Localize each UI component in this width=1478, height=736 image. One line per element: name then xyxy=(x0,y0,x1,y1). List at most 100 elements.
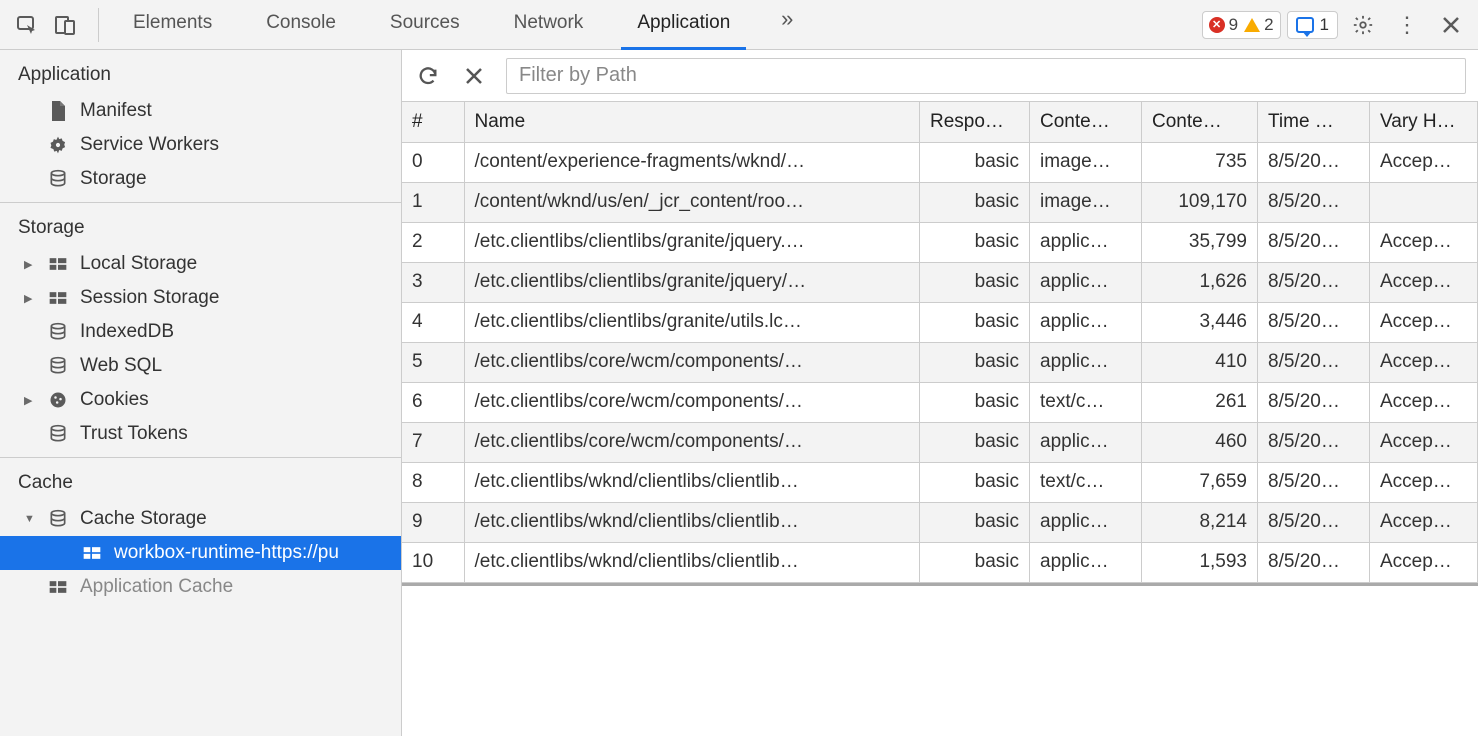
clear-icon[interactable] xyxy=(460,62,488,90)
sidebar-item[interactable]: Application Cache xyxy=(0,570,401,604)
table-row[interactable]: 1/content/wknd/us/en/_jcr_content/roo…ba… xyxy=(402,182,1478,222)
kebab-menu-icon[interactable]: ⋮ xyxy=(1388,6,1426,44)
grid-icon xyxy=(80,543,104,563)
item-label: Manifest xyxy=(80,100,152,122)
cache-storage-pane: # Name Respo… Conte… Conte… Time … Vary … xyxy=(402,50,1478,736)
cell-index: 0 xyxy=(402,142,464,182)
item-label: Trust Tokens xyxy=(80,423,188,445)
tab-console[interactable]: Console xyxy=(250,0,352,50)
table-row[interactable]: 8/etc.clientlibs/wknd/clientlibs/clientl… xyxy=(402,462,1478,502)
application-sidebar: ApplicationManifestService WorkersStorag… xyxy=(0,50,402,736)
col-content-type[interactable]: Conte… xyxy=(1030,102,1142,142)
error-icon: ✕ xyxy=(1209,17,1225,33)
sidebar-item[interactable]: Manifest xyxy=(0,94,401,128)
cell-content-type: applic… xyxy=(1030,422,1142,462)
cell-index: 4 xyxy=(402,302,464,342)
messages-badge[interactable]: 1 xyxy=(1287,11,1338,39)
table-row[interactable]: 6/etc.clientlibs/core/wcm/components/…ba… xyxy=(402,382,1478,422)
table-row[interactable]: 7/etc.clientlibs/core/wcm/components/…ba… xyxy=(402,422,1478,462)
cell-content-length: 1,593 xyxy=(1142,542,1258,582)
message-icon xyxy=(1296,17,1314,33)
cell-response: basic xyxy=(920,382,1030,422)
cell-content-type: applic… xyxy=(1030,222,1142,262)
tab-elements[interactable]: Elements xyxy=(117,0,228,50)
col-vary[interactable]: Vary H… xyxy=(1370,102,1478,142)
table-row[interactable]: 4/etc.clientlibs/clientlibs/granite/util… xyxy=(402,302,1478,342)
cell-vary xyxy=(1370,182,1478,222)
cell-response: basic xyxy=(920,422,1030,462)
filter-input[interactable] xyxy=(506,58,1466,94)
cell-name: /etc.clientlibs/wknd/clientlibs/clientli… xyxy=(464,542,920,582)
table-row[interactable]: 10/etc.clientlibs/wknd/clientlibs/client… xyxy=(402,542,1478,582)
sidebar-item[interactable]: workbox-runtime-https://pu xyxy=(0,536,401,570)
cell-vary: Accep… xyxy=(1370,262,1478,302)
tab-network[interactable]: Network xyxy=(498,0,600,50)
settings-icon[interactable] xyxy=(1344,6,1382,44)
col-time[interactable]: Time … xyxy=(1258,102,1370,142)
filter-bar xyxy=(402,50,1478,102)
cell-name: /etc.clientlibs/wknd/clientlibs/clientli… xyxy=(464,462,920,502)
sidebar-item[interactable]: Web SQL xyxy=(0,349,401,383)
cell-name: /etc.clientlibs/clientlibs/granite/jquer… xyxy=(464,262,920,302)
sidebar-item[interactable]: ▼Cache Storage xyxy=(0,502,401,536)
cell-response: basic xyxy=(920,142,1030,182)
disclosure-triangle[interactable]: ▶ xyxy=(24,258,34,271)
table-row[interactable]: 5/etc.clientlibs/core/wcm/components/…ba… xyxy=(402,342,1478,382)
cell-content-length: 410 xyxy=(1142,342,1258,382)
cell-content-length: 8,214 xyxy=(1142,502,1258,542)
main-content: ApplicationManifestService WorkersStorag… xyxy=(0,50,1478,736)
toggle-device-icon[interactable] xyxy=(46,6,84,44)
cell-time: 8/5/20… xyxy=(1258,182,1370,222)
refresh-icon[interactable] xyxy=(414,62,442,90)
table-row[interactable]: 0/content/experience-fragments/wknd/…bas… xyxy=(402,142,1478,182)
cell-time: 8/5/20… xyxy=(1258,382,1370,422)
col-content-length[interactable]: Conte… xyxy=(1142,102,1258,142)
cell-index: 3 xyxy=(402,262,464,302)
table-row[interactable]: 9/etc.clientlibs/wknd/clientlibs/clientl… xyxy=(402,502,1478,542)
table-header-row: # Name Respo… Conte… Conte… Time … Vary … xyxy=(402,102,1478,142)
cell-time: 8/5/20… xyxy=(1258,142,1370,182)
more-tabs-icon[interactable]: » xyxy=(768,0,806,38)
cell-name: /etc.clientlibs/core/wcm/components/… xyxy=(464,422,920,462)
cell-response: basic xyxy=(920,342,1030,382)
table-row[interactable]: 3/etc.clientlibs/clientlibs/granite/jque… xyxy=(402,262,1478,302)
sidebar-item[interactable]: Service Workers xyxy=(0,128,401,162)
sidebar-item[interactable]: ▶Session Storage xyxy=(0,281,401,315)
disclosure-triangle[interactable]: ▼ xyxy=(24,513,34,525)
disclosure-triangle[interactable]: ▶ xyxy=(24,394,34,407)
table-row[interactable]: 2/etc.clientlibs/clientlibs/granite/jque… xyxy=(402,222,1478,262)
cell-index: 5 xyxy=(402,342,464,382)
cell-vary: Accep… xyxy=(1370,502,1478,542)
col-name[interactable]: Name xyxy=(464,102,920,142)
item-label: workbox-runtime-https://pu xyxy=(114,542,339,564)
item-label: Web SQL xyxy=(80,355,162,377)
sidebar-item[interactable]: Storage xyxy=(0,162,401,196)
sidebar-item[interactable]: Trust Tokens xyxy=(0,417,401,451)
grid-icon xyxy=(46,577,70,597)
section-header: Storage xyxy=(0,203,401,247)
cell-response: basic xyxy=(920,302,1030,342)
item-label: Application Cache xyxy=(80,576,233,598)
sidebar-item[interactable]: ▶Local Storage xyxy=(0,247,401,281)
db-icon xyxy=(46,169,70,189)
col-response[interactable]: Respo… xyxy=(920,102,1030,142)
tab-sources[interactable]: Sources xyxy=(374,0,476,50)
tab-application[interactable]: Application xyxy=(621,0,746,50)
cell-content-type: applic… xyxy=(1030,502,1142,542)
close-devtools-icon[interactable] xyxy=(1432,6,1470,44)
cell-vary: Accep… xyxy=(1370,342,1478,382)
cell-vary: Accep… xyxy=(1370,422,1478,462)
cell-time: 8/5/20… xyxy=(1258,502,1370,542)
cell-content-length: 35,799 xyxy=(1142,222,1258,262)
col-index[interactable]: # xyxy=(402,102,464,142)
disclosure-triangle[interactable]: ▶ xyxy=(24,292,34,305)
cell-name: /etc.clientlibs/wknd/clientlibs/clientli… xyxy=(464,502,920,542)
sidebar-item[interactable]: IndexedDB xyxy=(0,315,401,349)
cell-vary: Accep… xyxy=(1370,142,1478,182)
item-label: Storage xyxy=(80,168,147,190)
cell-content-type: applic… xyxy=(1030,262,1142,302)
inspect-element-icon[interactable] xyxy=(8,6,46,44)
devtools-toolbar: Elements Console Sources Network Applica… xyxy=(0,0,1478,50)
sidebar-item[interactable]: ▶Cookies xyxy=(0,383,401,417)
console-issues-badge[interactable]: ✕ 9 2 xyxy=(1202,11,1281,39)
